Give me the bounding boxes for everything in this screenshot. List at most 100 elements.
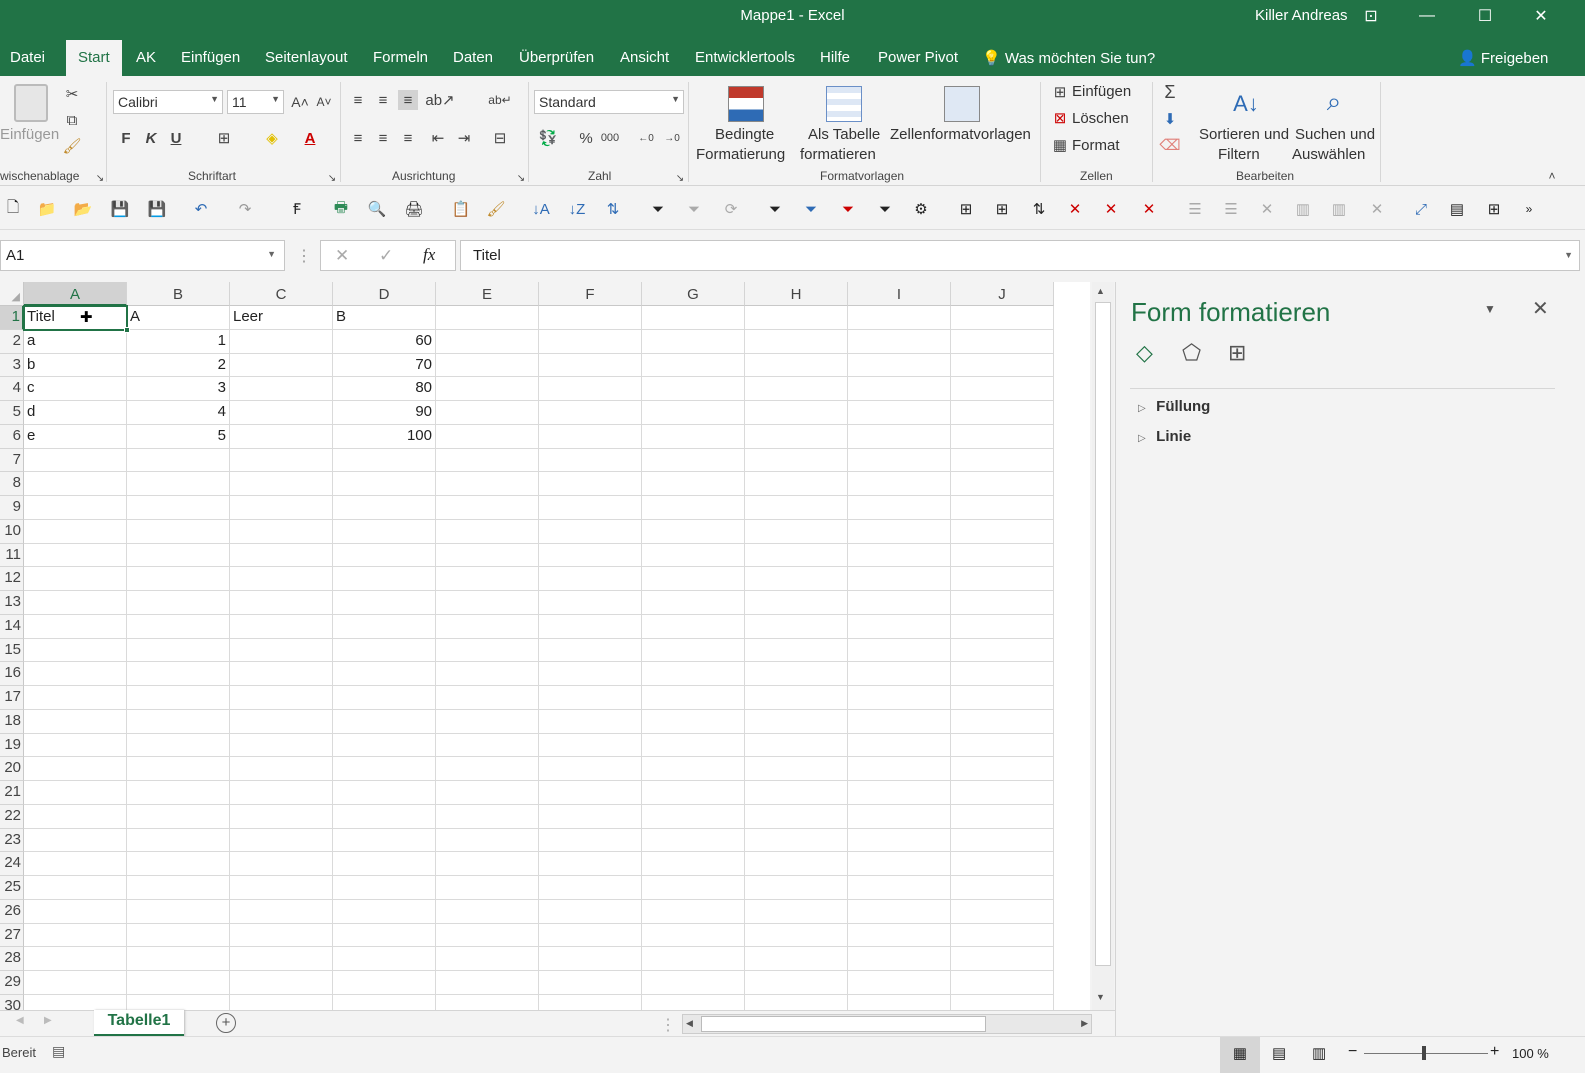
cell-a23[interactable] xyxy=(24,828,127,853)
vertical-scrollbar[interactable]: ▲ ▼ xyxy=(1092,282,1114,1010)
column-header-e[interactable]: E xyxy=(436,282,539,306)
cell-i30[interactable] xyxy=(848,994,951,1010)
row-header-18[interactable]: 18 xyxy=(0,709,24,734)
cell-j27[interactable] xyxy=(951,923,1054,948)
cell-h9[interactable] xyxy=(745,496,848,520)
add-sheet-icon[interactable]: + xyxy=(216,1013,236,1033)
cell-i18[interactable] xyxy=(848,709,951,734)
cell-e14[interactable] xyxy=(436,614,539,639)
cell-g26[interactable] xyxy=(642,899,745,924)
cell-d12[interactable] xyxy=(333,567,436,591)
cell-f11[interactable] xyxy=(539,543,642,568)
dialog-launcher-icon[interactable]: ↘ xyxy=(322,168,342,188)
cell-c5[interactable] xyxy=(230,401,333,425)
cell-b17[interactable] xyxy=(127,686,230,710)
cell-d25[interactable] xyxy=(333,876,436,900)
cell-a24[interactable] xyxy=(24,852,127,876)
cell-f14[interactable] xyxy=(539,614,642,639)
row-header-10[interactable]: 10 xyxy=(0,519,24,544)
tab-ueberpruefen[interactable]: Überprüfen xyxy=(519,49,594,66)
cell-i19[interactable] xyxy=(848,733,951,758)
cell-j3[interactable] xyxy=(951,353,1054,378)
cell-h14[interactable] xyxy=(745,614,848,639)
row-header-3[interactable]: 3 xyxy=(0,353,24,378)
column-header-f[interactable]: F xyxy=(539,282,642,306)
cell-c3[interactable] xyxy=(230,353,333,378)
formula-input[interactable]: Titel ▼ xyxy=(460,240,1580,271)
cell-b5[interactable]: 4 xyxy=(127,401,230,425)
cell-j10[interactable] xyxy=(951,519,1054,544)
align-right-icon[interactable]: ≡ xyxy=(398,128,418,148)
cell-d9[interactable] xyxy=(333,496,436,520)
drag-handle-icon[interactable]: ⋮ xyxy=(296,246,312,266)
pane-options-icon[interactable]: ▼ xyxy=(1484,302,1496,316)
scroll-down-icon[interactable]: ▼ xyxy=(1096,992,1105,1002)
cell-a11[interactable] xyxy=(24,543,127,568)
cell-j8[interactable] xyxy=(951,472,1054,496)
cell-d29[interactable] xyxy=(333,971,436,995)
cell-a30[interactable] xyxy=(24,994,127,1010)
cell-i3[interactable] xyxy=(848,353,951,378)
cell-h24[interactable] xyxy=(745,852,848,876)
cell-j5[interactable] xyxy=(951,401,1054,425)
cell-a7[interactable] xyxy=(24,448,127,473)
cell-f25[interactable] xyxy=(539,876,642,900)
cell-h19[interactable] xyxy=(745,733,848,758)
cell-i6[interactable] xyxy=(848,424,951,449)
increase-decimal-icon[interactable]: ←0 xyxy=(636,128,656,148)
cell-c12[interactable] xyxy=(230,567,333,591)
cell-f3[interactable] xyxy=(539,353,642,378)
cell-d23[interactable] xyxy=(333,828,436,853)
save-icon[interactable]: 💾 xyxy=(109,198,131,220)
cell-d24[interactable] xyxy=(333,852,436,876)
clear-filter-icon[interactable]: ⏷ xyxy=(683,198,705,220)
scroll-right-icon[interactable]: ▶ xyxy=(1081,1018,1088,1029)
paste-icon[interactable]: 📋 xyxy=(450,198,472,220)
cell-h17[interactable] xyxy=(745,686,848,710)
cell-e1[interactable] xyxy=(436,306,539,330)
tell-me-box[interactable]: 💡 Was möchten Sie tun? xyxy=(982,49,1155,67)
print-preview-icon[interactable]: 🔍 xyxy=(366,198,388,220)
cell-j14[interactable] xyxy=(951,614,1054,639)
cell-h23[interactable] xyxy=(745,828,848,853)
cell-i26[interactable] xyxy=(848,899,951,924)
row-header-6[interactable]: 6 xyxy=(0,424,24,449)
cell-c26[interactable] xyxy=(230,899,333,924)
decrease-indent-icon[interactable]: ⇤ xyxy=(428,128,448,148)
cell-j17[interactable] xyxy=(951,686,1054,710)
cell-j22[interactable] xyxy=(951,804,1054,829)
fill-line-tab-icon[interactable]: ◇ xyxy=(1136,340,1164,368)
cell-b29[interactable] xyxy=(127,971,230,995)
cell-a12[interactable] xyxy=(24,567,127,591)
cell-g16[interactable] xyxy=(642,662,745,686)
cell-b24[interactable] xyxy=(127,852,230,876)
cell-d13[interactable] xyxy=(333,591,436,615)
cell-i24[interactable] xyxy=(848,852,951,876)
cell-j6[interactable] xyxy=(951,424,1054,449)
cell-i1[interactable] xyxy=(848,306,951,330)
cell-h28[interactable] xyxy=(745,947,848,971)
cell-e10[interactable] xyxy=(436,519,539,544)
comma-style-button[interactable]: 000 xyxy=(600,128,620,148)
cell-e20[interactable] xyxy=(436,757,539,781)
cell-g8[interactable] xyxy=(642,472,745,496)
format-painter-icon[interactable]: 🖌 xyxy=(485,198,507,220)
column-header-d[interactable]: D xyxy=(333,282,436,306)
cell-b25[interactable] xyxy=(127,876,230,900)
row-header-19[interactable]: 19 xyxy=(0,733,24,758)
cell-g3[interactable] xyxy=(642,353,745,378)
insert-columns-icon[interactable]: ⊞ xyxy=(991,198,1013,220)
print-icon[interactable]: 🖶 xyxy=(330,198,352,220)
cell-f13[interactable] xyxy=(539,591,642,615)
bold-button[interactable]: F xyxy=(116,128,136,148)
cell-a14[interactable] xyxy=(24,614,127,639)
insert-cells-icon[interactable]: ⊞ xyxy=(1050,82,1070,102)
cell-b6[interactable]: 5 xyxy=(127,424,230,449)
cell-f28[interactable] xyxy=(539,947,642,971)
cell-h26[interactable] xyxy=(745,899,848,924)
cell-f24[interactable] xyxy=(539,852,642,876)
maximize-button[interactable]: ☐ xyxy=(1462,0,1508,32)
dialog-launcher-icon[interactable]: ↘ xyxy=(670,168,690,188)
group-columns-icon[interactable]: ▥ xyxy=(1292,198,1314,220)
cell-h27[interactable] xyxy=(745,923,848,948)
